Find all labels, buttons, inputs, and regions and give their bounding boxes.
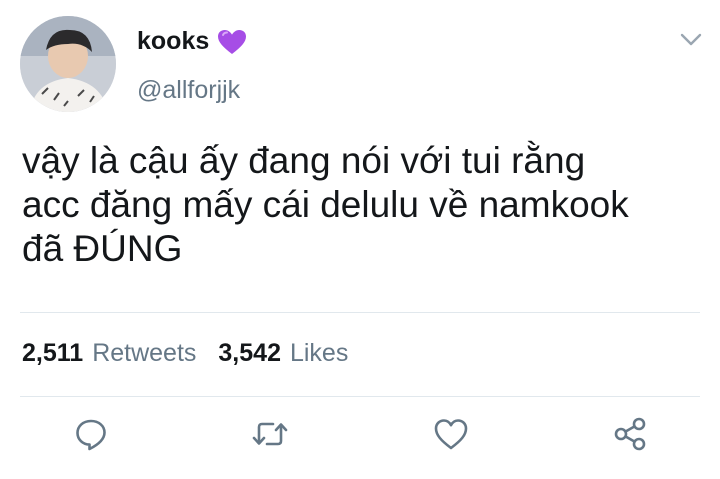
avatar[interactable] [20,16,116,112]
tweet-text: vậy là cậu ấy đang nói với tui rằng acc … [22,139,712,271]
share-button[interactable] [610,414,650,454]
likes-label: Likes [289,339,349,367]
display-name-row[interactable]: kooks [137,27,247,56]
tweet-text-line: vậy là cậu ấy đang nói với tui rằng [22,140,586,181]
like-button[interactable] [431,414,471,454]
tweet-stats: 2,511 Retweets 3,542 Likes [22,339,370,368]
purple-heart-icon [217,29,247,55]
share-icon [614,417,646,451]
likes-count: 3,542 [218,339,281,367]
divider [20,312,700,313]
chevron-down-icon[interactable] [680,33,702,47]
retweets-stat[interactable]: 2,511 Retweets [22,339,196,368]
likes-stat[interactable]: 3,542 Likes [218,339,348,368]
reply-button[interactable] [71,414,111,454]
heart-icon [434,419,468,450]
tweet-text-line: đã ĐÚNG [22,228,183,269]
user-handle[interactable]: @allforjjk [137,76,240,105]
divider [20,396,700,397]
retweets-label: Retweets [92,339,197,367]
retweet-button[interactable] [250,414,290,454]
tweet-text-line: acc đăng mấy cái delulu về namkook [22,184,629,225]
tweet-actions [0,414,720,458]
retweets-count: 2,511 [22,339,84,367]
display-name[interactable]: kooks [137,27,209,56]
profile-avatar [20,16,116,112]
retweet-icon [252,422,288,446]
reply-icon [76,419,106,451]
